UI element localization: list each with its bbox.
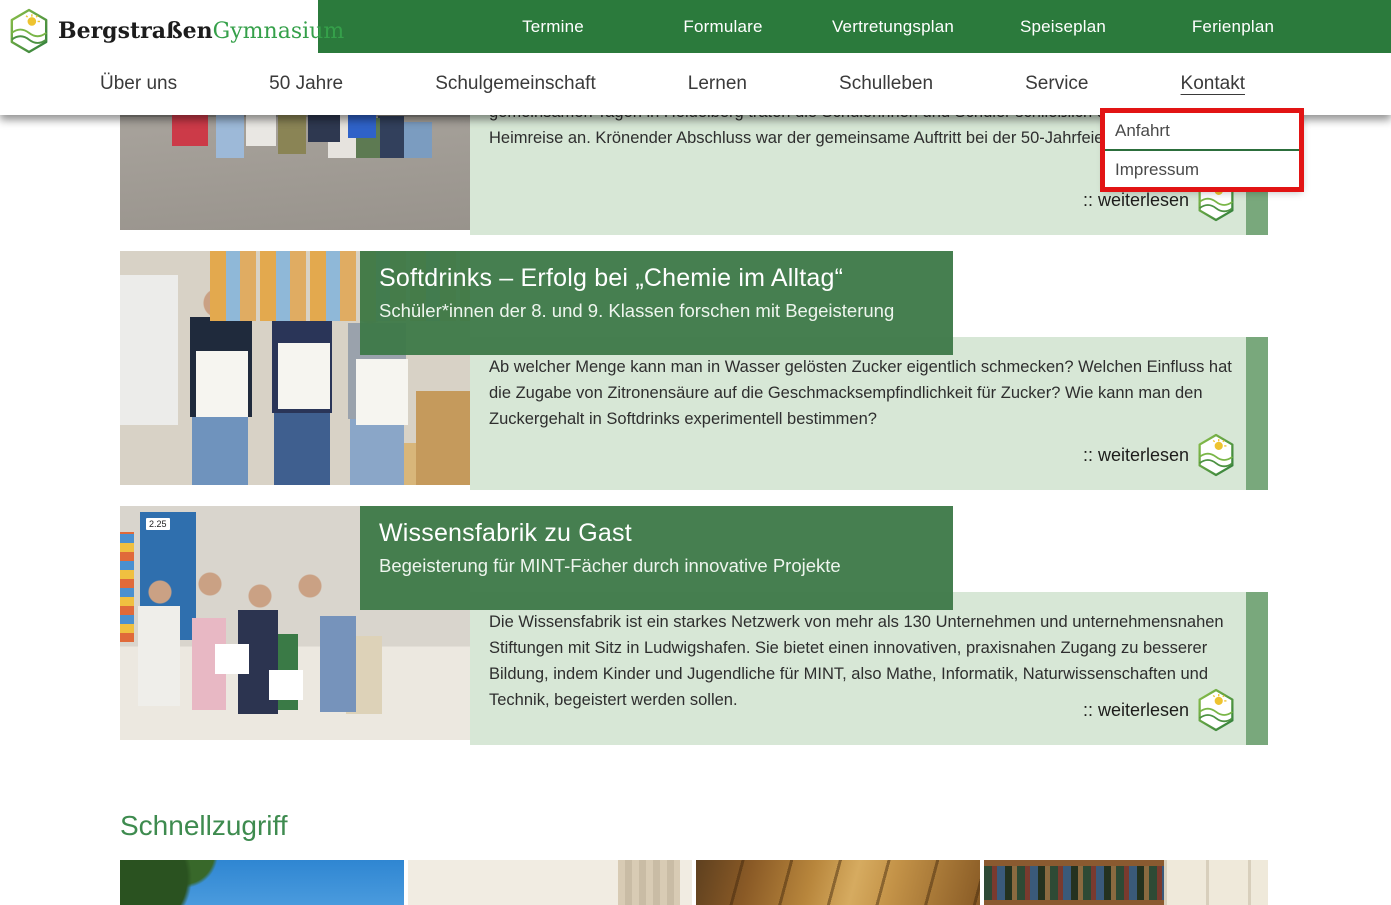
- school-logo-text: BergstraßenGymnasium: [58, 18, 344, 44]
- top-nav-bar: Termine Formulare Vertretungsplan Speise…: [318, 0, 1391, 53]
- school-logo-icon: [1196, 433, 1236, 477]
- main-nav-bar: Über uns 50 Jahre Schulgemeinschaft Lern…: [0, 53, 1391, 115]
- article-card-softdrinks: Softdrinks – Erfolg bei „Chemie im Allta…: [120, 251, 1268, 490]
- read-more-link[interactable]: :: weiterlesen: [1083, 433, 1236, 477]
- page: gemeinsamen Tagen in Heidelberg traten d…: [0, 0, 1391, 905]
- top-nav-speiseplan[interactable]: Speiseplan: [1020, 17, 1106, 36]
- school-logo[interactable]: BergstraßenGymnasium: [8, 8, 344, 54]
- article-subtitle: Schüler*innen der 8. und 9. Klassen fors…: [379, 300, 953, 322]
- top-nav-formulare[interactable]: Formulare: [683, 17, 762, 36]
- main-nav-lernen[interactable]: Lernen: [688, 73, 747, 94]
- read-more-label: :: weiterlesen: [1083, 445, 1189, 466]
- read-more-label: :: weiterlesen: [1083, 190, 1189, 211]
- dropdown-item-anfahrt[interactable]: Anfahrt: [1103, 112, 1300, 151]
- quick-access-image-library[interactable]: [984, 860, 1268, 905]
- main-nav-schulleben[interactable]: Schulleben: [839, 73, 933, 94]
- dropdown-item-impressum[interactable]: Impressum: [1103, 151, 1300, 188]
- room-number-sign: 2.25: [146, 518, 170, 530]
- quick-access-row: [120, 860, 1268, 905]
- article-title-block[interactable]: Softdrinks – Erfolg bei „Chemie im Allta…: [360, 251, 953, 355]
- site-header: Termine Formulare Vertretungsplan Speise…: [0, 0, 1391, 115]
- quick-access-image-schoolyard[interactable]: [120, 860, 404, 905]
- quick-access-image-tower[interactable]: [408, 860, 692, 905]
- read-more-link[interactable]: :: weiterlesen: [1083, 688, 1236, 732]
- main-nav-service[interactable]: Service: [1025, 73, 1088, 94]
- article-title: Wissensfabrik zu Gast: [379, 519, 953, 548]
- article-subtitle: Begeisterung für MINT-Fächer durch innov…: [379, 555, 953, 577]
- kontakt-dropdown-menu: Anfahrt Impressum: [1103, 112, 1300, 188]
- article-card-wissensfabrik: 2.25 Wissensfabrik zu Gast Begeisterung …: [120, 506, 1268, 745]
- logo-text-black: Bergstraßen: [58, 18, 213, 44]
- article-title: Softdrinks – Erfolg bei „Chemie im Allta…: [379, 264, 953, 293]
- main-nav-ueber-uns[interactable]: Über uns: [100, 73, 177, 94]
- top-nav-ferienplan[interactable]: Ferienplan: [1192, 17, 1274, 36]
- top-nav-vertretungsplan[interactable]: Vertretungsplan: [832, 17, 954, 36]
- article-accent-bar: [1246, 337, 1268, 490]
- read-more-label: :: weiterlesen: [1083, 700, 1189, 721]
- logo-text-green: Gymnasium: [213, 19, 345, 44]
- article-accent-bar: [1246, 592, 1268, 745]
- top-nav-termine[interactable]: Termine: [522, 17, 584, 36]
- school-logo-icon: [1196, 688, 1236, 732]
- quick-access-heading: Schnellzugriff: [120, 810, 288, 842]
- article-body: Ab welcher Menge kann man in Wasser gelö…: [489, 354, 1237, 432]
- quick-access-image-wood-interior[interactable]: [696, 860, 980, 905]
- school-logo-icon: [8, 8, 50, 54]
- main-nav-kontakt[interactable]: Kontakt: [1181, 73, 1245, 94]
- article-title-block[interactable]: Wissensfabrik zu Gast Begeisterung für M…: [360, 506, 953, 610]
- main-nav-schulgemeinschaft[interactable]: Schulgemeinschaft: [435, 73, 596, 94]
- main-nav-50-jahre[interactable]: 50 Jahre: [269, 73, 343, 94]
